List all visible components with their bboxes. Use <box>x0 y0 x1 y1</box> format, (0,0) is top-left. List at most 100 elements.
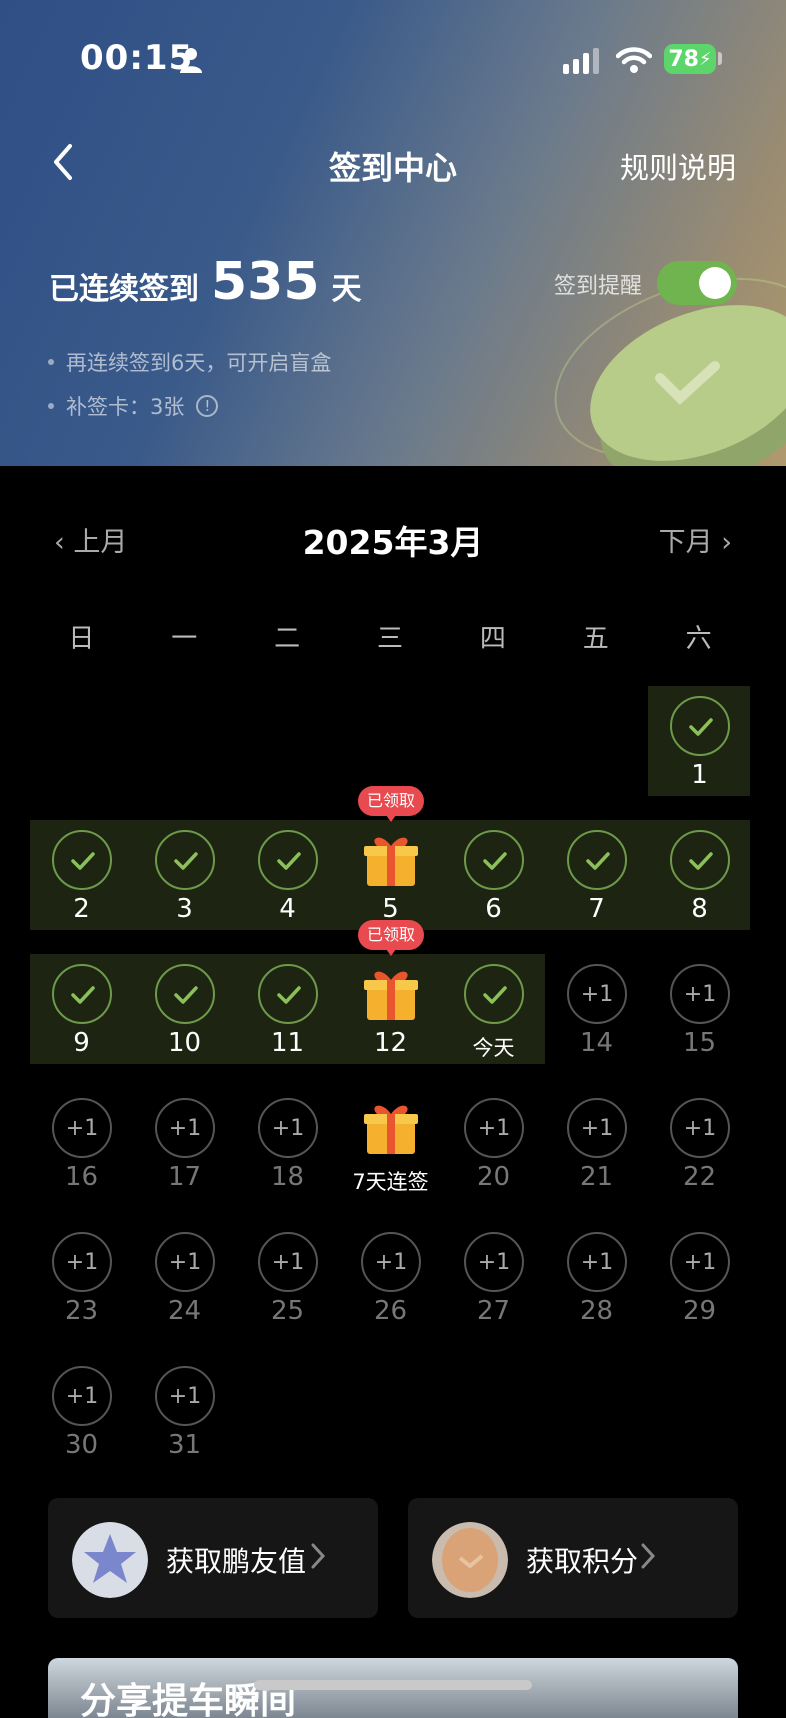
calendar-day[interactable]: 4 <box>236 820 339 940</box>
calendar-day[interactable]: +1 26 <box>339 1222 442 1342</box>
reminder-toggle[interactable] <box>657 261 737 305</box>
weekday-label: 一 <box>171 624 198 654</box>
calendar-day[interactable]: 10 <box>133 954 236 1074</box>
weekday-label: 四 <box>479 624 506 654</box>
calendar-day[interactable]: +1 23 <box>30 1222 133 1342</box>
calendar-day[interactable]: +1 27 <box>442 1222 545 1342</box>
bullet-dot <box>48 403 54 409</box>
calendar-day[interactable]: 9 <box>30 954 133 1074</box>
check-circle-icon <box>155 964 215 1024</box>
plus-one-badge: +1 <box>52 1366 112 1426</box>
rules-link[interactable]: 规则说明 <box>620 145 736 187</box>
check-circle-icon <box>670 830 730 890</box>
weekday-label: 二 <box>274 624 301 654</box>
status-time: 00:15 <box>80 38 194 78</box>
day-label: 29 <box>682 1296 717 1326</box>
calendar-day[interactable]: 3 <box>133 820 236 940</box>
day-label: 4 <box>279 894 296 924</box>
plus-one-badge: +1 <box>567 1098 627 1158</box>
day-label: 24 <box>167 1296 202 1326</box>
calendar-day[interactable]: +1 30 <box>30 1356 133 1476</box>
streak-days: 535 <box>211 252 320 312</box>
day-label: 23 <box>64 1296 99 1326</box>
day-label: 14 <box>579 1028 614 1058</box>
bullet-blind-box: 再连续签到6天，可开启盲盒 <box>48 340 331 384</box>
battery-indicator: 78 ⚡ <box>664 44 716 74</box>
bullet-text: 再连续签到6天，可开启盲盒 <box>66 351 332 375</box>
day-label: 9 <box>73 1028 90 1058</box>
calendar-day[interactable]: +1 14 <box>545 954 648 1074</box>
status-bar: 00:15 78 ⚡ <box>0 38 786 82</box>
calendar-day[interactable]: 11 <box>236 954 339 1074</box>
day-label: 22 <box>682 1162 717 1192</box>
day-label: 16 <box>64 1162 99 1192</box>
battery-cap <box>718 52 722 65</box>
bullet-dot <box>48 359 54 365</box>
calendar-day[interactable]: 6 <box>442 820 545 940</box>
calendar-day[interactable]: +1 31 <box>133 1356 236 1476</box>
check-circle-icon <box>670 696 730 756</box>
streak-prefix: 已连续签到 <box>49 272 199 307</box>
card-label: 获取鹏友值 <box>166 1545 307 1578</box>
check-circle-icon <box>258 964 318 1024</box>
reward-cards: 获取鹏友值 获取积分 <box>48 1498 738 1618</box>
coin-icon <box>432 1522 508 1598</box>
calendar-day[interactable]: 已领取 12 <box>339 920 442 1074</box>
calendar-day[interactable]: +1 15 <box>648 954 751 1074</box>
day-label: 27 <box>476 1296 511 1326</box>
next-month-button[interactable]: 下月 › <box>659 520 732 559</box>
calendar-day[interactable]: +1 17 <box>133 1088 236 1208</box>
calendar-day[interactable]: +1 20 <box>442 1088 545 1208</box>
get-points-card[interactable]: 获取积分 <box>408 1498 738 1618</box>
star-crystal-icon <box>72 1522 148 1598</box>
calendar-day[interactable]: +1 24 <box>133 1222 236 1342</box>
bullet-text: 补签卡：3张 <box>66 395 185 419</box>
wifi-icon <box>616 47 652 73</box>
person-icon <box>180 48 202 73</box>
calendar-day[interactable]: 1 <box>648 686 751 806</box>
calendar-day[interactable]: +1 28 <box>545 1222 648 1342</box>
calendar-day[interactable]: +1 16 <box>30 1088 133 1208</box>
chevron-right-icon <box>641 1543 656 1569</box>
plus-one-badge: +1 <box>258 1232 318 1292</box>
calendar-day[interactable]: +1 25 <box>236 1222 339 1342</box>
plus-one-badge: +1 <box>464 1098 524 1158</box>
day-label: 25 <box>270 1296 305 1326</box>
plus-one-badge: +1 <box>567 1232 627 1292</box>
plus-one-badge: +1 <box>52 1232 112 1292</box>
day-label: 15 <box>682 1028 717 1058</box>
info-icon[interactable]: ! <box>196 395 219 417</box>
day-label: 10 <box>167 1028 202 1058</box>
day-label: 今天 <box>472 1036 515 1060</box>
calendar-day[interactable]: 7 <box>545 820 648 940</box>
day-label: 20 <box>476 1162 511 1192</box>
calendar-day[interactable]: +1 29 <box>648 1222 751 1342</box>
weekday-label: 五 <box>582 624 609 654</box>
day-label: 21 <box>579 1162 614 1192</box>
gift-icon <box>361 964 421 1024</box>
calendar-day[interactable]: 今天 <box>442 954 545 1074</box>
weekday-label: 三 <box>377 624 404 654</box>
month-navigation: ‹ 上月 2025年3月 下月 › <box>0 520 786 562</box>
charging-icon: ⚡ <box>698 48 712 70</box>
calendar-day[interactable]: 7天连签 <box>339 1088 442 1208</box>
day-label: 28 <box>579 1296 614 1326</box>
plus-one-badge: +1 <box>52 1098 112 1158</box>
banner-title: 分享提车瞬间 <box>80 1681 297 1718</box>
plus-one-badge: +1 <box>155 1232 215 1292</box>
calendar-day[interactable]: +1 18 <box>236 1088 339 1208</box>
plus-one-badge: +1 <box>155 1098 215 1158</box>
plus-one-badge: +1 <box>258 1098 318 1158</box>
home-indicator[interactable] <box>254 1680 532 1690</box>
reminder-label: 签到提醒 <box>554 274 643 299</box>
plus-one-badge: +1 <box>155 1366 215 1426</box>
calendar-day[interactable]: 8 <box>648 820 751 940</box>
check-circle-icon <box>567 830 627 890</box>
day-label: 1 <box>691 760 708 790</box>
bullet-makeup-card: 补签卡：3张! <box>48 384 331 428</box>
calendar-day[interactable]: 2 <box>30 820 133 940</box>
calendar-day[interactable]: +1 22 <box>648 1088 751 1208</box>
get-pengyou-value-card[interactable]: 获取鹏友值 <box>48 1498 378 1618</box>
day-label: 31 <box>167 1430 202 1460</box>
calendar-day[interactable]: +1 21 <box>545 1088 648 1208</box>
